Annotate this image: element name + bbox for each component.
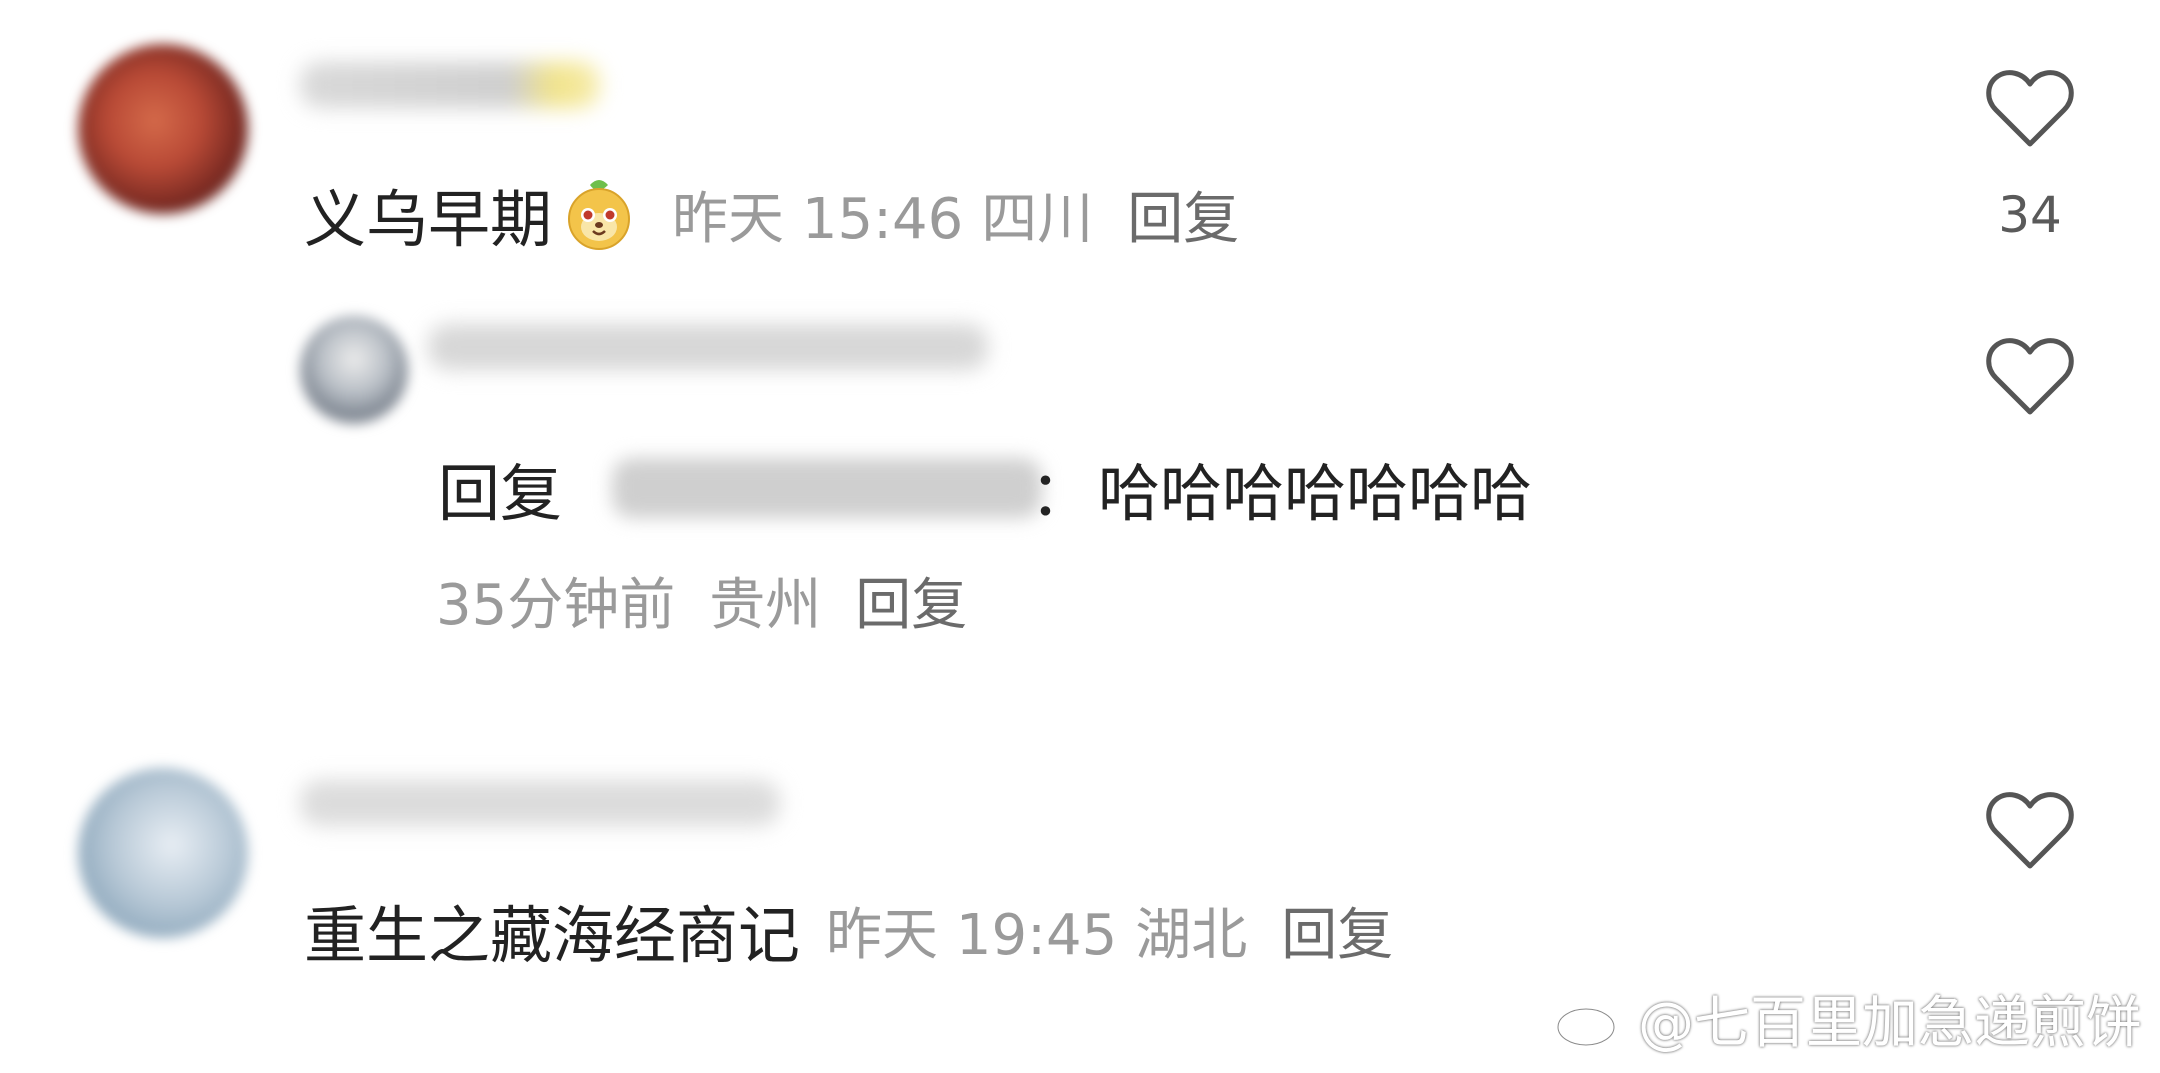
comment-text: 重生之藏海经商记 (304, 899, 801, 972)
avatar[interactable] (78, 768, 248, 938)
username-blurred[interactable] (428, 324, 988, 370)
reply-button[interactable]: 回复 (855, 560, 967, 641)
username-blurred[interactable] (300, 780, 780, 826)
like-count: 34 (1998, 186, 2062, 244)
weibo-logo-icon (1556, 996, 1624, 1047)
comment-time: 昨天 15:46 (672, 186, 964, 252)
comment-time: 昨天 19:45 (826, 902, 1118, 968)
avatar[interactable] (78, 44, 248, 214)
reply-button[interactable]: 回复 (1127, 174, 1239, 255)
heart-outline-icon[interactable] (1984, 790, 2076, 872)
username-blurred[interactable] (300, 62, 600, 108)
heart-outline-icon[interactable] (1984, 68, 2076, 150)
watermark: @七百里加急递煎饼 (1554, 978, 2142, 1059)
reply-row: 回复 ： 哈哈哈哈哈哈哈 (438, 446, 1532, 530)
heart-outline-icon[interactable] (1984, 336, 2076, 418)
comment-location: 四川 (981, 186, 1094, 252)
reply-separator: ： (1030, 457, 1093, 530)
comment-row-3: 重生之藏海经商记 昨天 19:45 湖北 回复 (304, 888, 1393, 972)
comment-row-1: 义乌早期 昨天 15:46 四川 回复 (304, 172, 1239, 256)
reply-button[interactable]: 回复 (1281, 890, 1393, 971)
comment-text: 义乌早期 (304, 183, 553, 256)
comment-location: 湖北 (1135, 902, 1248, 968)
avatar[interactable] (300, 316, 408, 424)
comment-location: 贵州 (709, 572, 822, 638)
watermark-text: @七百里加急递煎饼 (1638, 991, 2142, 1056)
comment-meta-row-2: 35分钟前 贵州 回复 (436, 562, 967, 638)
reply-prefix: 回复 (438, 457, 563, 530)
comment-text: 哈哈哈哈哈哈哈 (1098, 457, 1533, 530)
sticker-emoji-icon (560, 175, 638, 253)
comment-time: 35分钟前 (436, 572, 676, 638)
